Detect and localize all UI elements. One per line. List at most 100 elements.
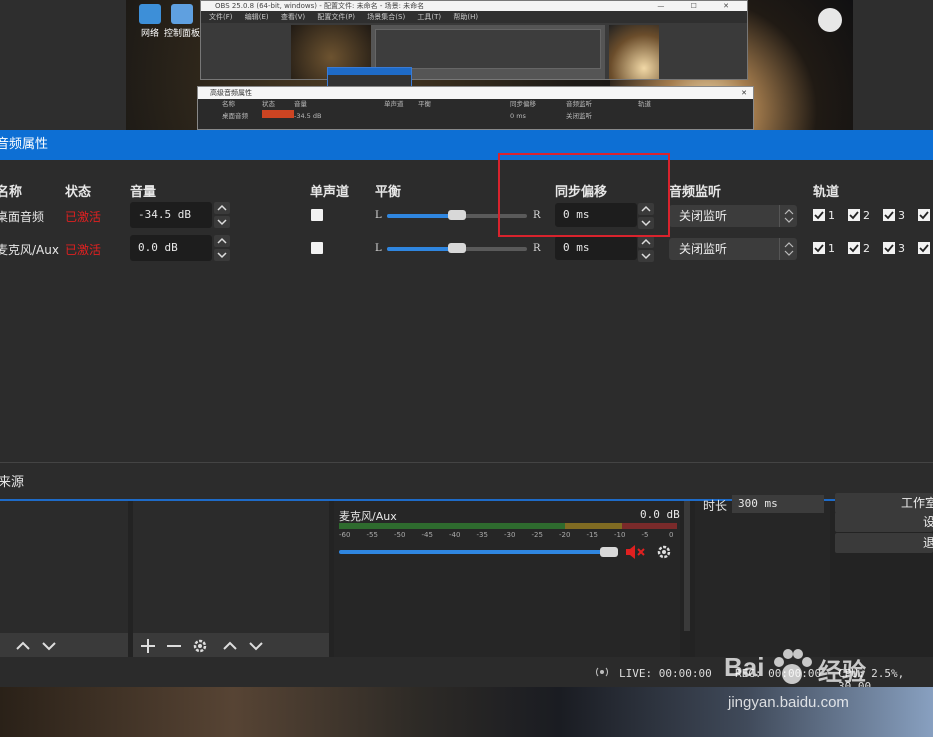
track-4-checkbox[interactable] (918, 209, 933, 222)
microphone-icon (818, 8, 842, 32)
balance-left-label: L (375, 243, 382, 254)
meter-tick-label: -45 (421, 531, 433, 539)
volume-input[interactable]: -34.5 dB (130, 202, 212, 228)
plus-icon[interactable] (139, 637, 157, 658)
exit-button[interactable]: 退 (835, 533, 933, 553)
monitoring-select[interactable]: 关闭监听 (669, 238, 797, 260)
settings-button[interactable]: 设 (835, 512, 933, 532)
menu-item: 查看(V) (280, 13, 306, 21)
mono-checkbox[interactable] (311, 209, 323, 221)
dialog-titlebar: 音频属性 (0, 130, 933, 160)
network-icon (139, 4, 161, 24)
nested-menu-bar: 文件(F) 编辑(E) 查看(V) 配置文件(P) 场景集合(S) 工具(T) … (201, 11, 747, 23)
meter-tick-label: -60 (339, 531, 351, 539)
volume-stepper[interactable] (214, 235, 230, 261)
chevron-up-icon[interactable] (638, 236, 654, 248)
menu-item: 文件(F) (209, 13, 233, 21)
status-active: 已激活 (65, 210, 102, 224)
meter-tick-label: 0 (669, 531, 674, 539)
chevron-down-icon[interactable] (214, 216, 230, 228)
meter-tick-label: -15 (586, 531, 598, 539)
live-time: LIVE: 00:00:00 (619, 667, 712, 680)
track-2-checkbox[interactable]: 2 (848, 242, 870, 255)
mono-checkbox[interactable] (311, 242, 323, 254)
duration-input[interactable]: 300 ms (732, 495, 824, 513)
meter-tick-label: -35 (476, 531, 488, 539)
menu-item: 工具(T) (417, 13, 442, 21)
meter-tick-label: -5 (641, 531, 649, 539)
annotation-highlight-box (498, 153, 670, 237)
meter-tick-label: -50 (394, 531, 406, 539)
baidu-jingyan-watermark: Bai 经验 jingyan.baidu.com (718, 632, 933, 718)
desktop-icon-label: 控制面板 (163, 29, 200, 39)
dialog-title: 音频属性 (0, 137, 49, 152)
nested-obs-window: OBS 25.0.8 (64-bit, windows) - 配置文件: 未命名… (200, 0, 748, 80)
meter-tick-label: -40 (449, 531, 461, 539)
meter-tick-label: -25 (531, 531, 543, 539)
menu-item: 帮助(H) (453, 13, 479, 21)
window-controls-icon: — ☐ ✕ (657, 2, 741, 10)
mixer-volume-slider[interactable] (339, 550, 609, 554)
scenes-toolbar (0, 633, 128, 659)
header-status: 状态 (65, 185, 92, 200)
monitoring-select[interactable]: 关闭监听 (669, 205, 797, 227)
minus-icon[interactable] (165, 637, 183, 658)
track-3-checkbox[interactable]: 3 (883, 209, 905, 222)
volume-stepper[interactable] (214, 202, 230, 228)
track-2-checkbox[interactable]: 2 (848, 209, 870, 222)
duration-label: 时长 (703, 499, 728, 513)
track-3-checkbox[interactable]: 3 (883, 242, 905, 255)
paw-logo-icon (770, 648, 814, 691)
header-monitoring: 音频监听 (669, 185, 722, 200)
desktop-icon-label: 网络 (140, 29, 159, 39)
studio-mode-button[interactable]: 工作室 (835, 493, 933, 513)
nested-thumbnail (609, 25, 659, 79)
nested-audio-dialog: 高级音频属性 ✕ 名称 状态 音量 单声道 平衡 同步偏移 音频监听 轨道 桌面音频 -34.5… (197, 86, 754, 130)
mixer-scrollbar[interactable] (684, 501, 690, 631)
nested-window-title: OBS 25.0.8 (64-bit, windows) - 配置文件: 未命名… (201, 1, 747, 11)
chevron-up-icon[interactable] (14, 637, 32, 658)
chevron-down-icon[interactable] (247, 637, 265, 658)
chevron-down-icon[interactable] (40, 637, 58, 658)
mixer-db-value: 0.0 dB (640, 508, 680, 521)
control-panel-icon (171, 4, 193, 24)
meter-tick-label: -10 (614, 531, 626, 539)
chevron-down-icon[interactable] (214, 249, 230, 261)
header-mono: 单声道 (310, 185, 350, 200)
chevron-up-icon[interactable] (214, 202, 230, 214)
meter-tick-label: -20 (559, 531, 571, 539)
balance-left-label: L (375, 210, 382, 221)
chevron-up-icon[interactable] (214, 235, 230, 247)
nested-dialog-headers: 名称 状态 音量 单声道 平衡 同步偏移 音频监听 轨道 (222, 100, 651, 108)
volume-input[interactable]: 0.0 dB (130, 235, 212, 261)
chevron-up-icon[interactable] (221, 637, 239, 658)
sources-toolbar (133, 633, 329, 659)
desktop-background: 网络 控制面板 OBS 25.0.8 (64-bit, windows) - 配… (0, 0, 933, 130)
muted-speaker-icon[interactable] (624, 543, 648, 564)
meter-tick-label: -30 (504, 531, 516, 539)
track-1-checkbox[interactable]: 1 (813, 242, 835, 255)
watermark-brand-2: 经验 (818, 658, 866, 686)
track-1-checkbox[interactable]: 1 (813, 209, 835, 222)
mixer-source-name: 麦克风/Aux (339, 510, 397, 523)
close-icon: ✕ (741, 89, 747, 97)
desktop-icon-control-panel[interactable]: 控制面板 (162, 4, 202, 39)
chevron-down-icon[interactable] (638, 250, 654, 262)
updown-icon (779, 238, 797, 260)
gear-icon[interactable] (655, 543, 673, 564)
header-volume: 音量 (130, 185, 157, 200)
source-name: 桌面音频 (0, 210, 45, 224)
sync-offset-input[interactable]: 0 ms (555, 236, 637, 260)
track-4-checkbox[interactable] (918, 242, 933, 255)
sources-dock-title: 来源 (0, 475, 25, 490)
live-indicator-icon (594, 665, 610, 682)
balance-right-label: R (533, 243, 541, 254)
balance-slider-handle[interactable] (448, 210, 466, 220)
sync-offset-stepper[interactable] (638, 236, 654, 262)
source-name: 麦克风/Aux (0, 243, 59, 257)
mixer-volume-handle[interactable] (600, 547, 618, 557)
balance-slider-handle[interactable] (448, 243, 466, 253)
header-name: 名称 (0, 185, 23, 200)
watermark-url: jingyan.baidu.com (728, 694, 849, 711)
gear-icon[interactable] (191, 637, 209, 658)
